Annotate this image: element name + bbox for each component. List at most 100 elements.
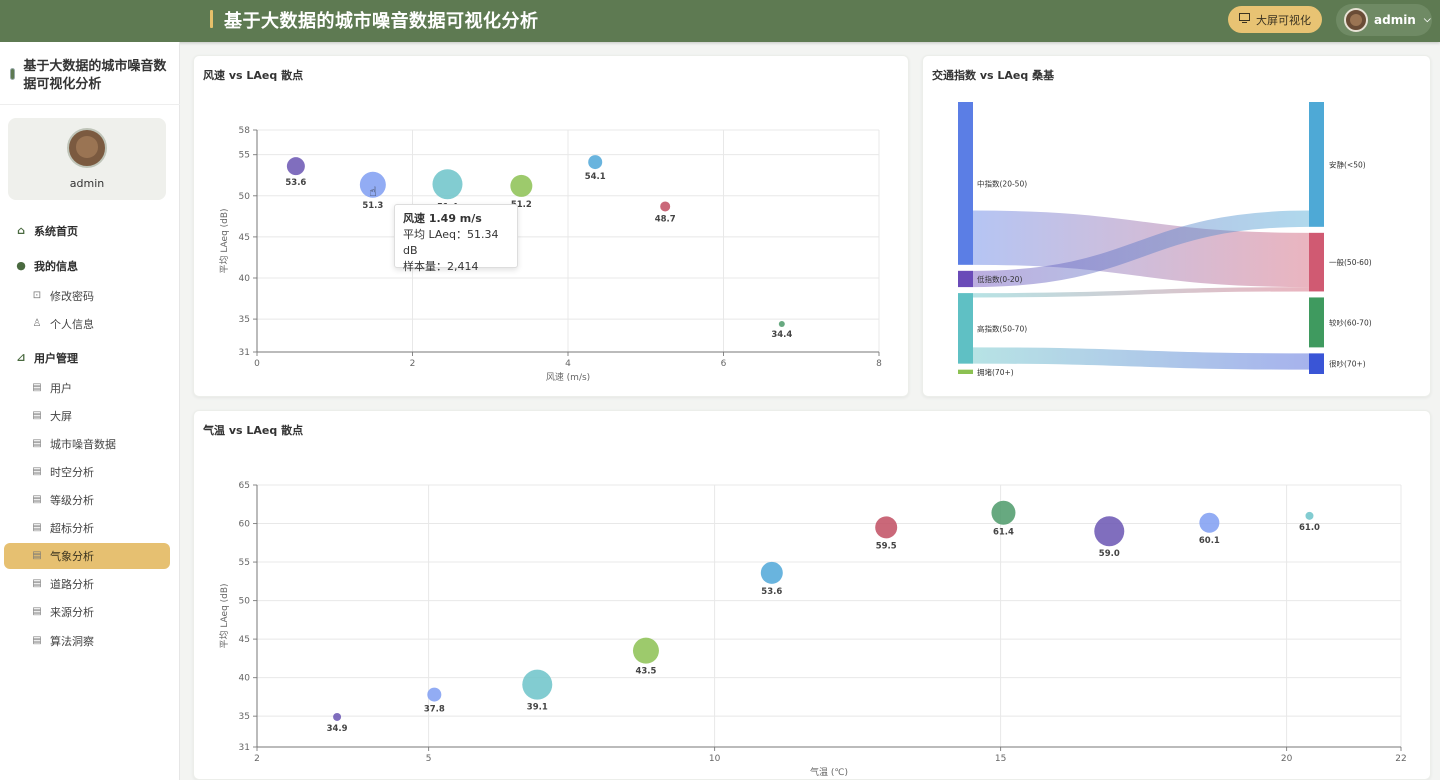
scatter-point[interactable] bbox=[1094, 516, 1125, 547]
user-card: admin bbox=[8, 118, 166, 200]
data-label: 34.4 bbox=[771, 330, 792, 340]
user-menu[interactable]: admin ⌵ bbox=[1336, 4, 1432, 36]
lock-icon: ⊡ bbox=[32, 290, 42, 301]
monitor-icon bbox=[1239, 13, 1250, 26]
sankey-source-node[interactable] bbox=[958, 102, 973, 265]
sankey-target-node[interactable] bbox=[1309, 102, 1324, 227]
sankey-node-label: 一般(50-60) bbox=[1329, 257, 1372, 267]
sidebar-item-14[interactable]: ▤ 来源分析 bbox=[4, 599, 170, 625]
data-label: 59.5 bbox=[876, 541, 897, 551]
scatter-point[interactable] bbox=[427, 687, 442, 702]
sankey-target-node[interactable] bbox=[1309, 297, 1324, 348]
sidebar-item-15[interactable]: ▤ 算法洞察 bbox=[4, 628, 170, 654]
chevron-down-icon: ⌵ bbox=[1423, 15, 1431, 25]
sidebar-item-label: 来源分析 bbox=[50, 606, 94, 619]
doc-icon: ▤ bbox=[32, 438, 42, 449]
chart-icon: ⊿ bbox=[16, 351, 26, 364]
data-label: 59.0 bbox=[1099, 549, 1120, 559]
sidebar-item-label: 超标分析 bbox=[50, 522, 94, 535]
sidebar-item-9[interactable]: ▤ 时空分析 bbox=[4, 459, 170, 485]
sidebar-item-label: 算法洞察 bbox=[50, 635, 94, 648]
scatter-point[interactable] bbox=[333, 712, 342, 721]
sidebar-item-label: 修改密码 bbox=[50, 290, 94, 303]
brand-name: 基于大数据的城市噪音数据可视化分析 bbox=[23, 59, 167, 92]
sankey-source-node[interactable] bbox=[958, 270, 973, 288]
sidebar-item-4[interactable]: ♙ 个人信息 bbox=[4, 311, 170, 337]
scatter-point[interactable] bbox=[991, 500, 1016, 525]
sankey-source-node[interactable] bbox=[958, 293, 973, 364]
title-accent-bar bbox=[210, 10, 213, 28]
sidebar-item-label: 用户管理 bbox=[34, 352, 78, 365]
data-label: 37.8 bbox=[424, 705, 445, 715]
scatter-point[interactable] bbox=[588, 155, 603, 170]
x-axis-label: 风速 (m/s) bbox=[546, 372, 590, 383]
scatter-point[interactable] bbox=[778, 321, 785, 328]
wind-scatter-chart[interactable]: 31 35 40 45 50 55 58 0 2 4 6 8 风速 (m/s) 平均 LAeq (dB) 5… bbox=[194, 56, 910, 398]
y-tick-label: 45 bbox=[239, 233, 250, 243]
top-bar: 基于大数据的城市噪音数据可视化分析 大屏可视化 admin ⌵ bbox=[0, 0, 1440, 42]
data-label: 34.9 bbox=[327, 724, 348, 734]
sankey-node-label: 拥堵(70+) bbox=[977, 367, 1014, 377]
scatter-point[interactable] bbox=[286, 157, 305, 176]
scatter-point[interactable] bbox=[760, 561, 783, 584]
sankey-node-label: 安静(<50) bbox=[1329, 159, 1366, 169]
sidebar-item-label: 时空分析 bbox=[50, 466, 94, 479]
bigscreen-label: 大屏可视化 bbox=[1256, 13, 1311, 27]
scatter-point[interactable] bbox=[660, 201, 671, 212]
scatter-point[interactable] bbox=[632, 637, 659, 664]
sidebar-item-label: 我的信息 bbox=[34, 260, 78, 273]
sidebar-item-11[interactable]: ▤ 超标分析 bbox=[4, 515, 170, 541]
data-label: 60.1 bbox=[1199, 536, 1220, 546]
x-tick-label: 0 bbox=[254, 359, 260, 369]
scatter-point[interactable] bbox=[522, 669, 553, 700]
scatter-point[interactable] bbox=[1199, 512, 1220, 533]
y-tick-label: 45 bbox=[239, 635, 250, 645]
sankey-link[interactable] bbox=[972, 347, 1310, 370]
chart-tooltip: 风速 1.49 m/s 平均 LAeq：51.34 dB 样本量：2,414 bbox=[394, 204, 518, 273]
home-icon: ⌂ bbox=[17, 224, 25, 237]
sankey-source-node[interactable] bbox=[958, 369, 973, 374]
data-label: 39.1 bbox=[527, 703, 548, 713]
y-tick-label: 50 bbox=[239, 597, 251, 607]
tooltip-line: 样本量：2,414 bbox=[403, 260, 479, 273]
x-tick-label: 20 bbox=[1281, 754, 1293, 764]
x-tick-label: 22 bbox=[1395, 754, 1406, 764]
doc-icon: ▤ bbox=[32, 494, 42, 505]
sidebar-item-8[interactable]: ▤ 城市噪音数据 bbox=[4, 431, 170, 457]
user-icon: ● bbox=[16, 259, 26, 272]
scatter-point[interactable] bbox=[1305, 511, 1314, 520]
y-tick-label: 40 bbox=[239, 674, 251, 684]
scatter-point[interactable] bbox=[510, 174, 533, 197]
traffic-sankey-chart[interactable]: 中指数(20-50) 低指数(0-20) 高指数(50-70) 拥堵(70+) 安静(<… bbox=[923, 56, 1432, 398]
sankey-link[interactable] bbox=[972, 287, 1310, 298]
sankey-node-label: 很吵(70+) bbox=[1329, 359, 1366, 369]
x-tick-label: 15 bbox=[995, 754, 1006, 764]
sidebar-item-13[interactable]: ▤ 道路分析 bbox=[4, 571, 170, 597]
bigscreen-button[interactable]: 大屏可视化 bbox=[1228, 6, 1322, 33]
sidebar-item-10[interactable]: ▤ 等级分析 bbox=[4, 487, 170, 513]
sidebar-item-12[interactable]: ▤ 气象分析 bbox=[4, 543, 170, 569]
sidebar-item-1[interactable]: ⌂ 系统首页 bbox=[4, 218, 170, 244]
sidebar-item-label: 道路分析 bbox=[50, 578, 94, 591]
temperature-scatter-chart[interactable]: 31 35 40 45 50 55 60 65 2 5 10 15 20 22 气温 (℃) 平均 LAeq … bbox=[194, 411, 1432, 780]
data-label: 53.6 bbox=[761, 587, 782, 597]
sidebar-item-7[interactable]: ▤ 大屏 bbox=[4, 403, 170, 429]
avatar bbox=[67, 128, 107, 168]
pointer-cursor-icon: ☝ bbox=[369, 185, 377, 200]
data-label: 61.0 bbox=[1299, 523, 1320, 533]
sankey-target-node[interactable] bbox=[1309, 353, 1324, 374]
sidebar-item-6[interactable]: ▤ 用户 bbox=[4, 375, 170, 401]
sidebar-item-2[interactable]: ● 我的信息 bbox=[4, 253, 170, 279]
sidebar-item-5[interactable]: ⊿ 用户管理 bbox=[4, 345, 170, 371]
y-tick-label: 35 bbox=[239, 315, 250, 325]
brand-icon bbox=[10, 68, 16, 80]
scatter-point[interactable] bbox=[875, 516, 898, 539]
sankey-target-node[interactable] bbox=[1309, 232, 1324, 292]
scatter-point[interactable] bbox=[432, 169, 463, 200]
data-label: 48.7 bbox=[655, 214, 676, 224]
y-tick-label: 50 bbox=[239, 192, 251, 202]
y-tick-label: 60 bbox=[239, 520, 251, 530]
doc-icon: ▤ bbox=[32, 522, 42, 533]
sankey-node-label: 较吵(60-70) bbox=[1329, 317, 1372, 327]
sidebar-item-3[interactable]: ⊡ 修改密码 bbox=[4, 283, 170, 309]
